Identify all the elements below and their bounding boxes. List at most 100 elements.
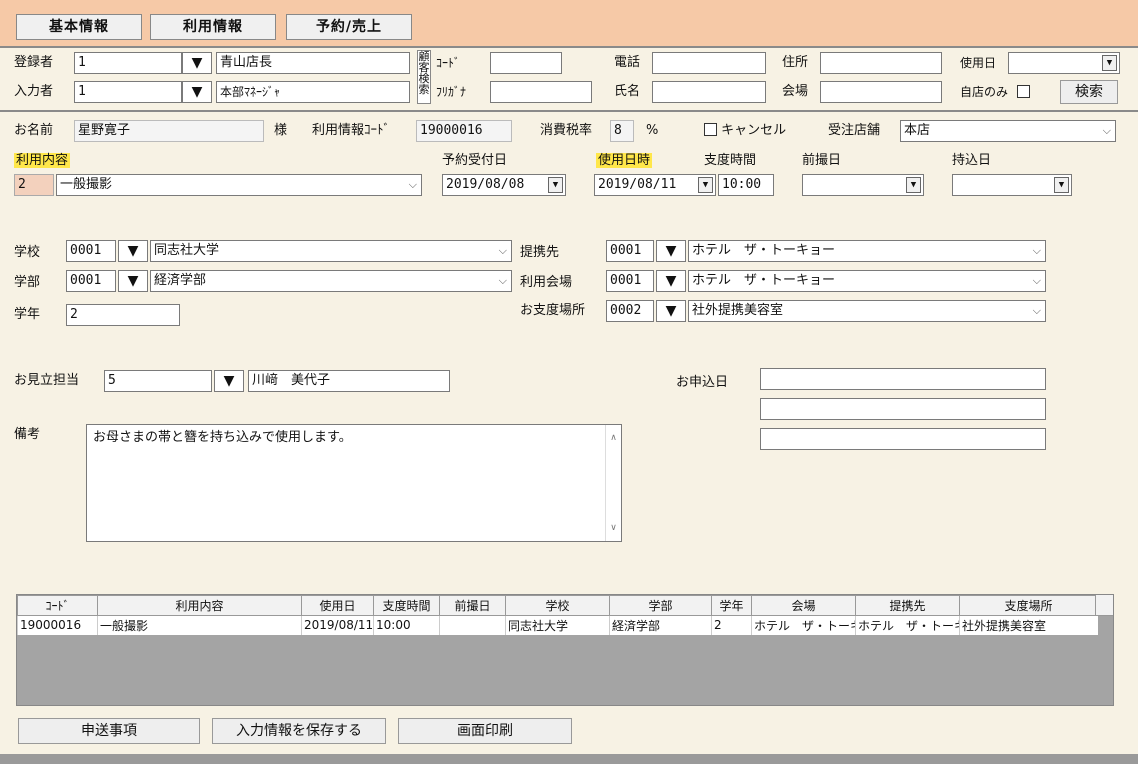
school-select[interactable]: 同志社大学 ⌵	[150, 240, 512, 262]
remarks-label: 備考	[14, 427, 41, 442]
code-input[interactable]	[490, 52, 562, 74]
header-bottom-separator	[0, 110, 1138, 112]
column-header[interactable]: 前撮日	[439, 595, 506, 616]
prep-place-label: お支度場所	[520, 303, 586, 318]
tab-reservation-sales[interactable]: 予約/売上	[286, 14, 412, 40]
column-header[interactable]: 学部	[609, 595, 712, 616]
grade-label: 学年	[14, 307, 41, 322]
phone-input[interactable]	[652, 52, 766, 74]
apply-date-field-3[interactable]	[760, 428, 1046, 450]
pre-shoot-select[interactable]: ▼	[802, 174, 924, 196]
prep-place-dropdown-button[interactable]: ▼	[656, 300, 686, 322]
triangle-down-icon: ▼	[223, 373, 235, 389]
column-header[interactable]: 学年	[711, 595, 752, 616]
reserve-date-label: 予約受付日	[442, 153, 508, 168]
registrant-name-field[interactable]: 青山店長	[216, 52, 410, 74]
registrant-label: 登録者	[14, 55, 54, 70]
faculty-label: 学部	[14, 275, 41, 290]
grade-field[interactable]: 2	[66, 304, 180, 326]
top-tab-bar: 基本情報 利用情報 予約/売上	[0, 0, 1138, 46]
table-cell: 経済学部	[609, 615, 712, 635]
use-date-select[interactable]: 2019/08/11 ▼	[594, 174, 716, 196]
inputter-code-field[interactable]: 1	[74, 81, 182, 103]
chevron-down-icon: ▼	[1102, 55, 1117, 71]
apply-date-field-1[interactable]	[760, 368, 1046, 390]
table-row[interactable]: 19000016 一般撮影 2019/08/11 10:00 同志社大学 経済学…	[17, 615, 1098, 635]
venue-select[interactable]: ホテル ザ・トーキョー ⌵	[688, 270, 1046, 292]
store-select[interactable]: 本店 ⌵	[900, 120, 1116, 142]
venue-code-field[interactable]: 0001	[606, 270, 654, 292]
partner-code-field[interactable]: 0001	[606, 240, 654, 262]
venue-search-input[interactable]	[820, 81, 942, 103]
column-header[interactable]: 提携先	[855, 595, 960, 616]
table-cell: ホテル ザ・トーキョー	[751, 615, 856, 635]
staff-code-field[interactable]: 5	[104, 370, 212, 392]
prep-time-label: 支度時間	[704, 153, 757, 168]
chevron-down-icon: ▼	[906, 177, 921, 193]
honorific-label: 様	[274, 123, 288, 138]
prep-place-code-field[interactable]: 0002	[606, 300, 654, 322]
search-button[interactable]: 検索	[1060, 80, 1118, 104]
name-search-input[interactable]	[652, 81, 766, 103]
chevron-down-icon: ⌵	[408, 178, 417, 191]
table-header-row: ｺｰﾄﾞ 利用内容 使用日 支度時間 前撮日 学校 学部 学年 会場 提携先 支…	[17, 595, 1098, 616]
inputter-name-field[interactable]: 本部ﾏﾈｰｼﾞｬ	[216, 81, 410, 103]
column-header[interactable]: 使用日	[301, 595, 374, 616]
column-header[interactable]: 利用内容	[97, 595, 302, 616]
useday-select[interactable]: ▼	[1008, 52, 1120, 74]
table-header-corner	[1095, 595, 1113, 616]
useday-label: 使用日	[960, 56, 997, 70]
remarks-textarea[interactable]: お母さまの帯と簪を持ち込みで使用します。 ∧ ∨	[86, 424, 622, 542]
cancel-option[interactable]: キャンセル	[704, 122, 786, 140]
customer-name-label: お名前	[14, 123, 54, 138]
cancel-checkbox[interactable]	[704, 123, 717, 136]
school-code-field[interactable]: 0001	[66, 240, 116, 262]
tab-usage-info[interactable]: 利用情報	[150, 14, 276, 40]
triangle-down-icon: ▼	[665, 273, 677, 289]
registrant-code-field[interactable]: 1	[74, 52, 182, 74]
usage-content-code[interactable]: 2	[14, 174, 54, 196]
venue-dropdown-button[interactable]: ▼	[656, 270, 686, 292]
code-label: ｺｰﾄﾞ	[436, 56, 461, 70]
remarks-scrollbar[interactable]: ∧ ∨	[605, 425, 621, 541]
triangle-down-icon: ▼	[191, 55, 203, 71]
customer-search-label: 顧客検索	[417, 50, 431, 104]
partner-dropdown-button[interactable]: ▼	[656, 240, 686, 262]
column-header[interactable]: 支度時間	[373, 595, 440, 616]
prep-time-field[interactable]: 10:00	[718, 174, 774, 196]
reserve-date-select[interactable]: 2019/08/08 ▼	[442, 174, 566, 196]
staff-dropdown-button[interactable]: ▼	[214, 370, 244, 392]
faculty-dropdown-button[interactable]: ▼	[118, 270, 148, 292]
usage-content-select[interactable]: 一般撮影 ⌵	[56, 174, 422, 196]
tab-basic-info[interactable]: 基本情報	[16, 14, 142, 40]
bring-day-select[interactable]: ▼	[952, 174, 1072, 196]
registrant-dropdown-button[interactable]: ▼	[182, 52, 212, 74]
table-cell: 同志社大学	[505, 615, 610, 635]
furigana-input[interactable]	[490, 81, 592, 103]
apply-date-field-2[interactable]	[760, 398, 1046, 420]
partner-select[interactable]: ホテル ザ・トーキョー ⌵	[688, 240, 1046, 262]
column-header[interactable]: 支度場所	[959, 595, 1098, 616]
chevron-down-icon: ⌵	[1032, 244, 1041, 257]
notes-button[interactable]: 申送事項	[18, 718, 200, 744]
chevron-down-icon: ∨	[610, 523, 617, 533]
school-dropdown-button[interactable]: ▼	[118, 240, 148, 262]
faculty-code-field[interactable]: 0001	[66, 270, 116, 292]
save-button[interactable]: 入力情報を保存する	[212, 718, 386, 744]
faculty-select[interactable]: 経済学部 ⌵	[150, 270, 512, 292]
staff-name-field[interactable]: 川﨑 美代子	[248, 370, 450, 392]
column-header[interactable]: ｺｰﾄﾞ	[17, 595, 98, 616]
pre-shoot-label: 前撮日	[802, 153, 842, 168]
print-screen-button[interactable]: 画面印刷	[398, 718, 572, 744]
chevron-up-icon: ∧	[610, 433, 617, 443]
furigana-label: ﾌﾘｶﾞﾅ	[436, 85, 467, 99]
usage-history-table[interactable]: ｺｰﾄﾞ 利用内容 使用日 支度時間 前撮日 学校 学部 学年 会場 提携先 支…	[16, 594, 1114, 706]
address-input[interactable]	[820, 52, 942, 74]
inputter-dropdown-button[interactable]: ▼	[182, 81, 212, 103]
column-header[interactable]: 学校	[505, 595, 610, 616]
prep-place-select[interactable]: 社外提携美容室 ⌵	[688, 300, 1046, 322]
inputter-label: 入力者	[14, 84, 54, 99]
column-header[interactable]: 会場	[751, 595, 856, 616]
usage-code-label: 利用情報ｺｰﾄﾞ	[312, 123, 391, 138]
own-store-checkbox[interactable]	[1016, 85, 1030, 98]
